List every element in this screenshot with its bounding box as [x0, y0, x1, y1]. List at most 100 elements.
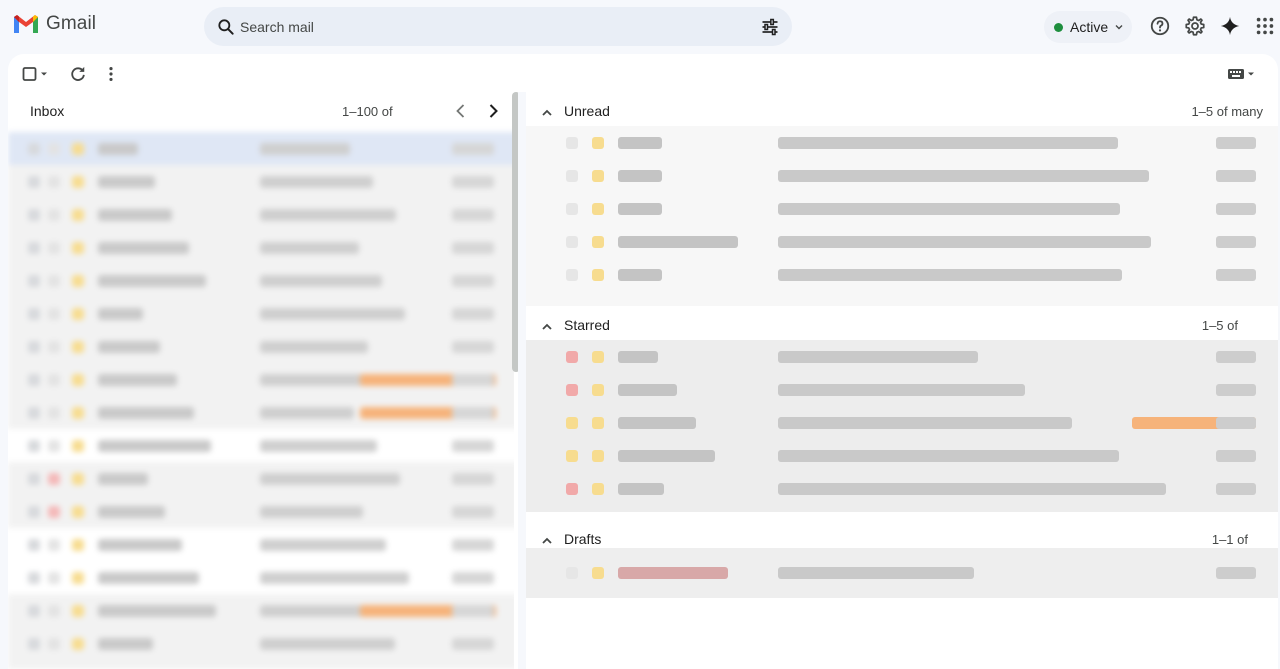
chevron-up-icon[interactable]: [540, 106, 554, 120]
message-row[interactable]: [526, 439, 1278, 472]
chevron-right-icon[interactable]: [484, 101, 502, 121]
chevron-left-icon[interactable]: [452, 101, 470, 121]
keyboard-icon[interactable]: [1226, 64, 1256, 84]
gmail-logo[interactable]: Gmail: [12, 13, 96, 35]
section-header-unread[interactable]: Unread 1–5 of many: [526, 96, 1278, 126]
important-placeholder: [592, 383, 604, 396]
sender-placeholder: [618, 449, 715, 462]
message-row[interactable]: [526, 159, 1278, 192]
search-icon[interactable]: [216, 17, 236, 37]
message-row[interactable]: [526, 472, 1278, 505]
apps-grid-icon[interactable]: [1254, 15, 1276, 37]
message-row[interactable]: [8, 330, 518, 363]
star-placeholder: [566, 268, 578, 281]
date-placeholder: [1216, 482, 1256, 495]
message-row[interactable]: [526, 258, 1278, 291]
important-placeholder: [72, 340, 84, 353]
checkbox-icon[interactable]: [22, 64, 52, 84]
sender-placeholder: [98, 142, 138, 155]
message-row[interactable]: [8, 561, 518, 594]
status-chip[interactable]: Active: [1044, 11, 1132, 43]
message-row[interactable]: [526, 340, 1278, 373]
message-row[interactable]: [8, 429, 518, 462]
section-header-starred[interactable]: Starred 1–5 of: [526, 310, 1278, 340]
section-count-starred: 1–5 of: [1201, 318, 1238, 333]
important-placeholder: [592, 416, 604, 429]
section-title-unread: Unread: [564, 103, 610, 119]
section-count-unread: 1–5 of many: [1191, 104, 1263, 119]
important-placeholder: [592, 202, 604, 215]
sender-placeholder: [618, 235, 738, 248]
sections-panel: Unread 1–5 of many Starred 1–5 of Drafts…: [526, 92, 1278, 669]
message-row[interactable]: [8, 660, 518, 669]
important-placeholder: [592, 235, 604, 248]
message-row[interactable]: [526, 126, 1278, 159]
date-placeholder: [1216, 169, 1256, 182]
message-row[interactable]: [526, 192, 1278, 225]
message-row[interactable]: [8, 264, 518, 297]
message-row[interactable]: [8, 396, 518, 429]
scroll-thumb[interactable]: [512, 92, 518, 372]
date-placeholder: [1216, 268, 1256, 281]
checkbox-placeholder: [28, 208, 40, 221]
star-placeholder: [48, 241, 60, 254]
tune-icon[interactable]: [760, 17, 780, 37]
inbox-message-list: [8, 132, 518, 669]
chevron-up-icon[interactable]: [540, 534, 554, 548]
message-row[interactable]: [8, 627, 518, 660]
message-row[interactable]: [8, 198, 518, 231]
sender-placeholder: [98, 373, 177, 386]
refresh-icon[interactable]: [68, 64, 88, 84]
sender-placeholder: [98, 340, 160, 353]
subject-placeholder: [260, 142, 350, 155]
search-bar[interactable]: [204, 7, 792, 46]
subject-placeholder: [260, 571, 409, 584]
sender-placeholder: [98, 604, 216, 617]
star-placeholder: [48, 538, 60, 551]
checkbox-placeholder: [28, 439, 40, 452]
message-row[interactable]: [8, 462, 518, 495]
message-row[interactable]: [526, 548, 1278, 598]
checkbox-placeholder: [28, 538, 40, 551]
subject-placeholder: [778, 383, 1025, 396]
help-icon[interactable]: [1149, 15, 1171, 37]
subject-placeholder: [778, 567, 974, 579]
important-placeholder: [592, 567, 604, 579]
sparkle-icon[interactable]: [1219, 15, 1241, 37]
more-vert-icon[interactable]: [101, 64, 121, 84]
message-row[interactable]: [8, 363, 518, 396]
sender-placeholder: [618, 416, 696, 429]
message-row[interactable]: [8, 297, 518, 330]
date-placeholder: [452, 142, 494, 155]
date-placeholder: [452, 439, 494, 452]
message-row[interactable]: [8, 594, 518, 627]
subject-placeholder: [260, 505, 363, 518]
message-row[interactable]: [526, 406, 1278, 439]
important-placeholder: [72, 505, 84, 518]
subject-placeholder: [778, 268, 1122, 281]
message-row[interactable]: [526, 373, 1278, 406]
star-placeholder: [48, 439, 60, 452]
date-placeholder: [1216, 383, 1256, 396]
subject-placeholder: [260, 208, 396, 221]
message-row[interactable]: [8, 495, 518, 528]
date-placeholder: [1216, 567, 1256, 579]
date-placeholder: [452, 637, 494, 650]
section-count-drafts: 1–1 of: [1211, 532, 1248, 547]
message-row[interactable]: [8, 165, 518, 198]
message-row[interactable]: [8, 132, 518, 165]
star-placeholder: [48, 406, 60, 419]
checkbox-placeholder: [28, 274, 40, 287]
gear-icon[interactable]: [1184, 15, 1206, 37]
section-title-starred: Starred: [564, 317, 610, 333]
mail-toolbar: [8, 54, 1278, 92]
message-row[interactable]: [526, 225, 1278, 258]
important-placeholder: [72, 241, 84, 254]
message-row[interactable]: [8, 231, 518, 264]
search-input[interactable]: [240, 7, 740, 46]
sender-placeholder: [98, 175, 155, 188]
chevron-up-icon[interactable]: [540, 320, 554, 334]
star-placeholder: [48, 373, 60, 386]
message-row[interactable]: [8, 528, 518, 561]
inbox-scrollbar[interactable]: [512, 92, 518, 669]
